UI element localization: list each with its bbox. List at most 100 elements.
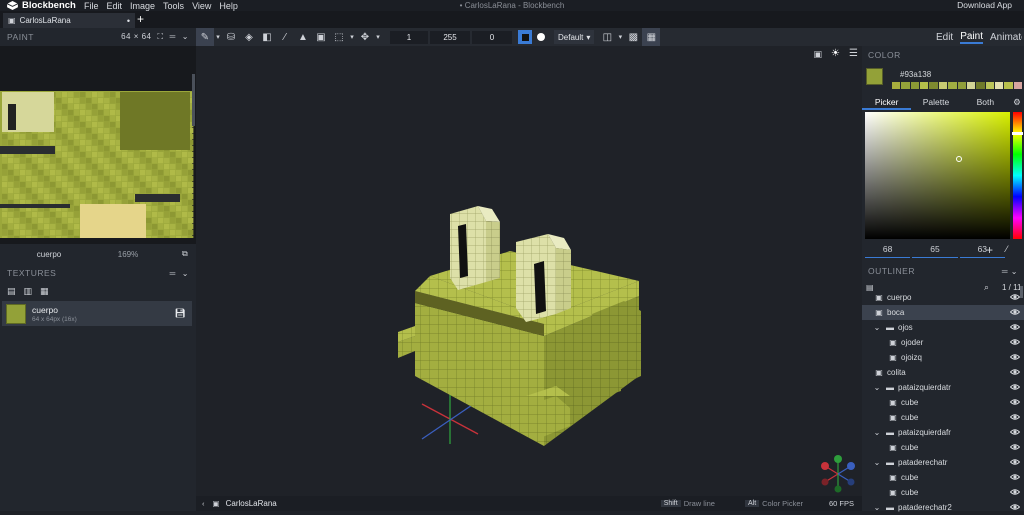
brush-tool-icon[interactable]: ✎	[196, 28, 214, 46]
outliner-item[interactable]: ▣ cube	[862, 470, 1024, 485]
outliner-item[interactable]: ▣ boca	[862, 305, 1024, 320]
hue-input[interactable]: 68	[865, 243, 911, 258]
recent-color-swatch[interactable]	[966, 82, 976, 89]
color-settings-icon[interactable]: ⚙	[1010, 94, 1024, 110]
chevron-down-icon[interactable]: ⌄	[872, 428, 882, 437]
outliner-item[interactable]: ⌄ ▬ pataizquierdafr	[862, 425, 1024, 440]
outliner-item[interactable]: ▣ cube	[862, 395, 1024, 410]
outliner-item[interactable]: ▣ cube	[862, 485, 1024, 500]
visibility-eye-icon[interactable]	[1009, 397, 1021, 407]
checkerboard-icon[interactable]: ▩	[624, 28, 642, 46]
visibility-eye-icon[interactable]	[1009, 367, 1021, 377]
hex-color-value[interactable]: #93a138	[900, 70, 931, 79]
pixel-grid-icon[interactable]: ▦	[642, 28, 661, 46]
selection-tool-icon[interactable]: ⬚	[330, 28, 348, 46]
tool-dropdown-icon[interactable]: ▾	[214, 28, 222, 46]
visibility-eye-icon[interactable]	[1009, 457, 1021, 467]
color-picker-tool-icon[interactable]: ⁄	[276, 28, 294, 46]
brush-opacity-input[interactable]: 255	[430, 30, 470, 44]
fullscreen-icon[interactable]: ⛶	[158, 32, 164, 42]
visibility-eye-icon[interactable]	[1009, 352, 1021, 362]
tab-picker[interactable]: Picker	[862, 94, 912, 110]
outliner-item[interactable]: ⌄ ▬ patаderechatr2	[862, 500, 1024, 515]
collapse-chevron-icon[interactable]: ⌄	[182, 269, 189, 278]
outliner-item[interactable]: ▣ ojoder	[862, 335, 1024, 350]
outliner-item[interactable]: ▣ ojoizq	[862, 350, 1024, 365]
visibility-eye-icon[interactable]	[1009, 337, 1021, 347]
outliner-item[interactable]: ⌄ ▬ patаderechatr	[862, 455, 1024, 470]
main-color-swatch[interactable]	[866, 68, 883, 85]
create-texture-icon[interactable]: ▥	[24, 286, 33, 297]
hue-slider[interactable]	[1012, 112, 1023, 239]
3d-viewport[interactable]: ▣ ☀ ☰	[196, 46, 862, 496]
recent-color-swatch[interactable]	[910, 82, 920, 89]
recent-color-swatch[interactable]	[938, 82, 948, 89]
recent-color-swatch[interactable]	[1013, 82, 1023, 89]
square-brush-icon[interactable]	[518, 30, 532, 44]
save-icon[interactable]: 💾︎	[175, 308, 186, 319]
unsaved-dot-icon[interactable]: •	[127, 16, 130, 26]
blend-mode-select[interactable]: Default ▾	[554, 30, 595, 44]
value-input[interactable]: 63	[959, 243, 1005, 258]
chevron-left-icon[interactable]: ‹	[202, 499, 205, 508]
round-brush-icon[interactable]	[532, 28, 550, 46]
recent-color-swatch[interactable]	[892, 82, 901, 89]
outliner-item[interactable]: ▣ cube	[862, 440, 1024, 455]
visibility-eye-icon[interactable]	[1009, 442, 1021, 452]
move-tool-icon[interactable]: ✥	[356, 28, 374, 46]
brush-size-input[interactable]: 1	[390, 30, 428, 44]
color-cursor[interactable]	[956, 156, 962, 162]
recent-color-swatch[interactable]	[957, 82, 966, 89]
mirror-painting-icon[interactable]: ◫	[598, 28, 616, 46]
recent-color-swatch[interactable]	[929, 82, 938, 89]
outliner-item[interactable]: ⌄ ▬ ojos	[862, 320, 1024, 335]
uv-scrollbar[interactable]	[192, 74, 195, 126]
texture-grid-icon[interactable]: ▦	[40, 286, 49, 297]
paint-mode-tab[interactable]: Paint	[960, 31, 983, 44]
recent-color-swatch[interactable]	[994, 82, 1004, 89]
menu-image[interactable]: Image	[130, 1, 155, 11]
add-color-icon[interactable]: +	[986, 243, 993, 257]
menu-file[interactable]: File	[84, 1, 99, 11]
tab-both[interactable]: Both	[961, 94, 1010, 110]
recent-color-swatch[interactable]	[920, 82, 929, 89]
tab-palette[interactable]: Palette	[911, 94, 960, 110]
fill-tool-icon[interactable]: ◈	[240, 28, 258, 46]
new-tab-button[interactable]: +	[137, 13, 144, 26]
outliner-item[interactable]: ▣ cube	[862, 410, 1024, 425]
outliner-item[interactable]: ▣ colita	[862, 365, 1024, 380]
menu-tools[interactable]: Tools	[163, 1, 184, 11]
chevron-down-icon[interactable]: ⌄	[872, 383, 882, 392]
download-app-link[interactable]: Download App	[957, 0, 1012, 10]
brush-softness-input[interactable]: 0	[472, 30, 512, 44]
recent-color-swatch[interactable]	[901, 82, 910, 89]
visibility-eye-icon[interactable]	[1009, 487, 1021, 497]
outliner-item[interactable]: ⌄ ▬ pataizquierdatr	[862, 380, 1024, 395]
recent-color-swatch[interactable]	[1004, 82, 1013, 89]
visibility-eye-icon[interactable]	[1009, 307, 1021, 317]
menu-help[interactable]: Help	[219, 1, 238, 11]
chevron-down-icon[interactable]: ⌄	[872, 458, 882, 467]
shape-tool-icon[interactable]: ▲	[294, 28, 312, 46]
hue-slider-handle[interactable]	[1012, 132, 1023, 135]
recent-color-swatch[interactable]	[976, 82, 985, 89]
visibility-eye-icon[interactable]	[1009, 382, 1021, 392]
panel-menu-icon[interactable]: ═	[170, 32, 176, 42]
uv-editor-canvas[interactable]	[0, 46, 196, 244]
gradient-tool-icon[interactable]: ▣	[312, 28, 330, 46]
color-saturation-field[interactable]	[865, 112, 1010, 239]
menu-edit[interactable]: Edit	[107, 1, 123, 11]
saturation-input[interactable]: 65	[912, 243, 958, 258]
eraser-tool-icon[interactable]: ◧	[258, 28, 276, 46]
panel-menu-icon[interactable]: ═	[170, 269, 176, 278]
stamp-tool-icon[interactable]: ⛁	[222, 28, 240, 46]
eyedropper-icon[interactable]: ⁄	[1006, 244, 1008, 254]
visibility-eye-icon[interactable]	[1009, 292, 1021, 302]
visibility-eye-icon[interactable]	[1009, 412, 1021, 422]
copy-icon[interactable]: ⧉	[182, 249, 188, 259]
panel-menu-icon[interactable]: ═ ⌄	[1002, 267, 1018, 276]
project-tab[interactable]: ▣ CarlosLaRana •	[3, 13, 135, 28]
tool-dropdown-icon[interactable]: ▾	[374, 28, 382, 46]
visibility-eye-icon[interactable]	[1009, 427, 1021, 437]
recent-color-swatch[interactable]	[985, 82, 994, 89]
